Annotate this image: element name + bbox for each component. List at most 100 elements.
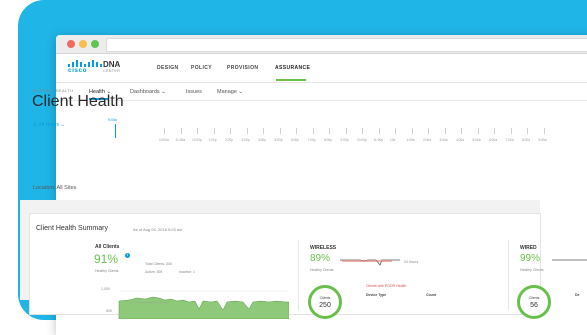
timeline-tick bbox=[428, 128, 429, 134]
nav-policy[interactable]: POLICY bbox=[191, 65, 212, 71]
wireless-sparkline bbox=[340, 259, 400, 266]
timeline-tick-label: 1:00a bbox=[406, 138, 415, 142]
timeline-tick bbox=[461, 128, 462, 134]
logo-product: DNA bbox=[103, 60, 121, 69]
wired-label: WIRED bbox=[520, 245, 537, 251]
info-icon[interactable]: i bbox=[125, 253, 130, 258]
count-header: Count bbox=[426, 293, 437, 297]
timeline-slider[interactable]: 9:00a 10:00a 11:00a 12:00p 1:00p 2:00p 3:00p 4… bbox=[108, 116, 546, 148]
timeline-tick-label: 11:00a bbox=[175, 138, 186, 142]
timeline-tick-label: 11:00p bbox=[373, 138, 384, 142]
poor-health-note: Clients with POOR Health bbox=[366, 284, 407, 288]
timeline-tick-label: 9:00p bbox=[340, 138, 349, 142]
close-window-button[interactable] bbox=[67, 40, 75, 48]
active-clients: Active: 305 bbox=[145, 270, 163, 274]
all-clients-percent: 91% bbox=[94, 252, 119, 266]
timeline-tick-label: 7:00p bbox=[307, 138, 316, 142]
cisco-dna-logo[interactable]: cisco DNA CENTER bbox=[68, 60, 128, 78]
timeline-tick bbox=[197, 128, 198, 134]
timeline-tick bbox=[543, 128, 545, 134]
sub-nav: Health ⌄ Dashboards ⌄ Issues Manage ⌄ bbox=[56, 83, 587, 101]
tab-manage[interactable]: Manage ⌄ bbox=[217, 89, 243, 95]
nav-provision[interactable]: PROVISION bbox=[227, 65, 258, 71]
timeline-tick bbox=[362, 128, 363, 134]
timeline-tick bbox=[378, 128, 380, 134]
timeline-tick bbox=[312, 128, 314, 134]
ring-label: Clients bbox=[528, 296, 540, 300]
timeline-tick bbox=[395, 128, 396, 134]
top-nav: cisco DNA CENTER DESIGN POLICY PROVISION… bbox=[56, 54, 587, 83]
timeline-tick-label: 5:00p bbox=[274, 138, 283, 142]
nav-assurance[interactable]: ASSURANCE bbox=[275, 65, 310, 71]
nav-design[interactable]: DESIGN bbox=[157, 65, 179, 71]
timeline-tick bbox=[246, 128, 248, 134]
chevron-down-icon: ⌄ bbox=[238, 89, 244, 95]
timeline-tick-label: 4:00a bbox=[456, 138, 464, 142]
all-clients-label: All Clients bbox=[95, 244, 120, 250]
timeline-tick-label: 2:00a bbox=[423, 138, 431, 142]
timeline-tick-label: 5:00a bbox=[472, 138, 481, 142]
wired-caption: Healthy Clients bbox=[520, 268, 544, 272]
timeline-tick-label: 1:00p bbox=[208, 138, 217, 142]
timeline-tick-label: 6:00a bbox=[489, 138, 497, 142]
total-clients: Total Clients: 306 bbox=[145, 262, 172, 266]
wireless-caption: Healthy Clients bbox=[310, 268, 334, 272]
timeline-tick-label: 2:00p bbox=[225, 138, 233, 142]
inactive-clients: Inactive: 1 bbox=[179, 270, 195, 274]
timeline-tick bbox=[510, 128, 512, 134]
chevron-down-icon: ⌄ bbox=[161, 89, 166, 95]
timeline-tick bbox=[296, 128, 297, 134]
logo-subtitle: CENTER bbox=[103, 69, 121, 73]
title-bar bbox=[56, 35, 587, 54]
maximize-window-button[interactable] bbox=[91, 40, 99, 48]
wireless-label: WIRELESS bbox=[310, 245, 337, 251]
timeline-tick bbox=[164, 128, 165, 134]
wireless-percent: 89% bbox=[310, 253, 331, 264]
timeline-tick-label: 3:00a bbox=[439, 138, 448, 142]
timeline-tick-label: 6:00p bbox=[291, 138, 299, 142]
summary-timestamp: As of Aug 09, 2018 9:03 am bbox=[133, 227, 183, 232]
timeline-tick bbox=[230, 128, 231, 134]
timeline-tick-label: 8:00p bbox=[324, 138, 332, 142]
timeline-marker-label: 9:00a bbox=[108, 118, 117, 122]
timeline-tick bbox=[180, 128, 182, 134]
wired-clients-ring[interactable]: Clients 56 bbox=[517, 285, 551, 319]
wireless-spark-label: 24 Hours bbox=[404, 260, 419, 264]
address-bar[interactable] bbox=[106, 38, 587, 52]
all-clients-area-chart bbox=[118, 290, 289, 319]
wireless-clients-ring[interactable]: Clients 250 bbox=[308, 285, 342, 319]
timeline-tick bbox=[279, 128, 281, 134]
timeline-tick bbox=[329, 128, 330, 134]
ring-label: Clients bbox=[319, 296, 331, 300]
timeline-tick bbox=[263, 128, 264, 134]
cisco-bars-icon bbox=[68, 60, 102, 67]
ring-value: 250 bbox=[319, 302, 331, 309]
timeline-tick-label: 12:00p bbox=[192, 138, 202, 142]
location-filter[interactable]: Location: All Sites bbox=[33, 185, 76, 191]
summary-title: Client Health Summary bbox=[36, 225, 108, 232]
timeline-tick-label: 10:00p bbox=[357, 138, 367, 142]
timeline-tick bbox=[345, 128, 347, 134]
minimize-window-button[interactable] bbox=[79, 40, 87, 48]
timeline-marker[interactable] bbox=[115, 124, 116, 138]
active-nav-indicator bbox=[276, 79, 306, 81]
timeline-tick-label: 9:00a bbox=[538, 138, 547, 142]
clock-icon: ◴ bbox=[33, 122, 38, 128]
timeline-tick-label: 10:00a bbox=[159, 138, 169, 142]
time-range-select[interactable]: ◴ 24 Hours ⌄ bbox=[33, 122, 65, 128]
wired-sparkline bbox=[552, 259, 587, 261]
logo-brand: cisco bbox=[68, 67, 88, 74]
tab-dashboards[interactable]: Dashboards ⌄ bbox=[130, 89, 166, 95]
column-divider bbox=[508, 240, 509, 310]
timeline-tick-label: 12a bbox=[390, 138, 396, 142]
column-divider bbox=[298, 240, 299, 310]
timeline-tick bbox=[494, 128, 495, 134]
timeline-tick-label: 3:00p bbox=[241, 138, 250, 142]
timeline-tick bbox=[527, 128, 528, 134]
page-title: Client Health bbox=[32, 93, 124, 110]
chevron-down-icon: ⌄ bbox=[60, 122, 65, 128]
timeline-tick-label: 8:00a bbox=[522, 138, 530, 142]
all-clients-caption: Healthy Clients bbox=[95, 269, 119, 273]
tab-issues[interactable]: Issues bbox=[186, 89, 202, 95]
device-type-header: Device Type bbox=[366, 293, 387, 297]
